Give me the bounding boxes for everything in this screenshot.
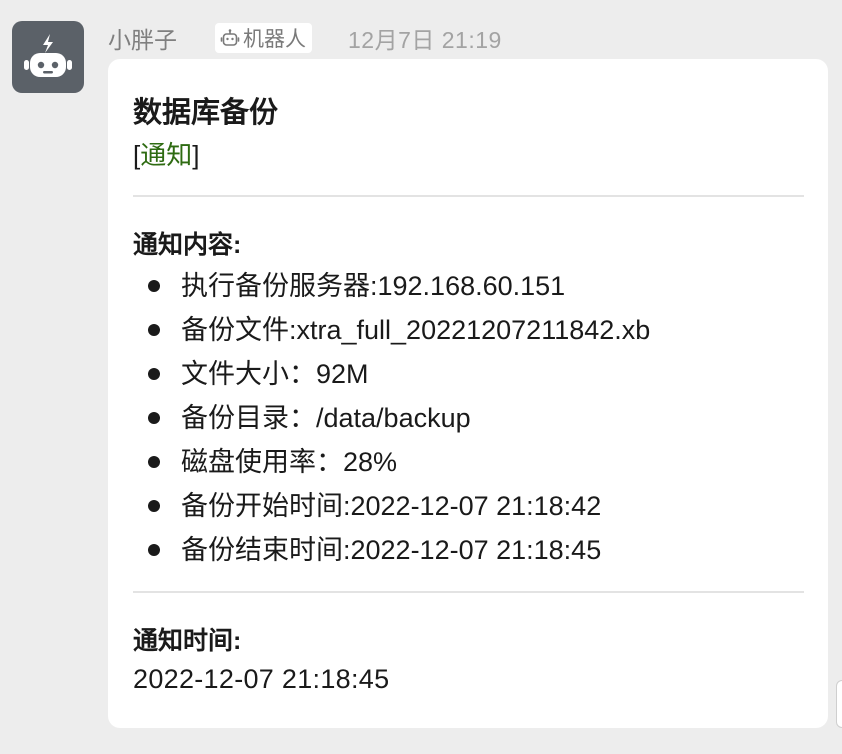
list-item-text: 备份文件:xtra_full_20221207211842.xb — [181, 315, 651, 345]
divider — [133, 591, 804, 593]
side-panel-handle[interactable] — [836, 680, 842, 728]
bullet-icon — [148, 280, 160, 292]
bullet-icon — [148, 412, 160, 424]
time-heading: 通知时间: — [133, 627, 242, 655]
tag-label: 通知 — [140, 140, 193, 170]
message-timestamp: 12月7日 21:19 — [348, 27, 502, 53]
bullet-icon — [148, 324, 160, 336]
bullet-icon — [148, 544, 160, 556]
message-card[interactable]: 数据库备份 [通知] 通知内容: 执行备份服务器:192.168.60.151 … — [108, 59, 828, 728]
list-item: 备份结束时间:2022-12-07 21:18:45 — [133, 528, 650, 572]
list-item-text: 备份结束时间:2022-12-07 21:18:45 — [181, 535, 602, 565]
bullet-icon — [148, 368, 160, 380]
sender-name[interactable]: 小胖子 — [108, 21, 177, 55]
robot-icon — [24, 34, 72, 77]
list-item: 备份开始时间:2022-12-07 21:18:42 — [133, 484, 650, 528]
list-item-text: 备份目录：/data/backup — [181, 403, 471, 433]
content-heading: 通知内容: — [133, 231, 242, 259]
list-item: 备份目录：/data/backup — [133, 396, 650, 440]
list-item: 执行备份服务器:192.168.60.151 — [133, 264, 650, 308]
list-item-text: 文件大小：92M — [181, 359, 369, 389]
content-list: 执行备份服务器:192.168.60.151 备份文件:xtra_full_20… — [133, 264, 650, 572]
robot-badge: 机器人 — [215, 23, 312, 53]
bullet-icon — [148, 500, 160, 512]
robot-icon — [220, 28, 240, 48]
list-item-text: 执行备份服务器:192.168.60.151 — [181, 271, 566, 301]
message-title: 数据库备份 — [133, 97, 279, 129]
list-item: 文件大小：92M — [133, 352, 650, 396]
bullet-icon — [148, 456, 160, 468]
divider — [133, 195, 804, 197]
robot-avatar[interactable] — [12, 21, 84, 93]
list-item: 备份文件:xtra_full_20221207211842.xb — [133, 308, 650, 352]
list-item-text: 备份开始时间:2022-12-07 21:18:42 — [181, 491, 602, 521]
tag-bracket-close: ] — [192, 140, 200, 170]
message-tag: [通知] — [133, 135, 199, 172]
list-item-text: 磁盘使用率：28% — [181, 447, 398, 477]
list-item: 磁盘使用率：28% — [133, 440, 650, 484]
badge-label: 机器人 — [243, 28, 306, 51]
message-meta: 小胖子 机器人 12月7日 21:19 — [108, 22, 502, 54]
notification-time: 2022-12-07 21:18:45 — [133, 664, 390, 694]
